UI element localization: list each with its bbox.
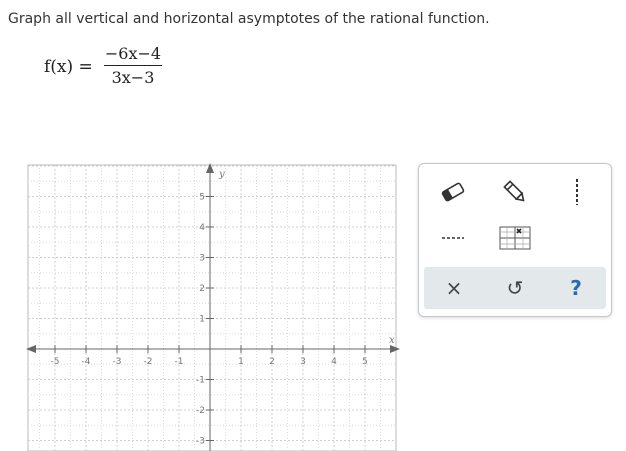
y-axis-label: y — [218, 169, 225, 180]
x-tick-label: -3 — [113, 357, 122, 367]
x-tick-label: 5 — [362, 357, 368, 367]
x-tick-label: -2 — [144, 357, 153, 367]
y-tick-label: 2 — [199, 284, 205, 294]
x-tick-label: -5 — [51, 357, 60, 367]
graph-grid — [27, 164, 397, 451]
eraser-icon — [441, 182, 465, 202]
action-bar: × ↺ ? — [424, 267, 606, 309]
y-tick-label: 1 — [199, 315, 205, 325]
x-tick-label: 1 — [238, 357, 244, 367]
more-options-icon — [576, 179, 578, 205]
graph-toolbar: × ↺ ? — [418, 163, 612, 317]
y-tick-label: -2 — [196, 406, 205, 416]
more-options-tool[interactable] — [555, 174, 599, 210]
undo-button[interactable]: ↺ — [485, 267, 545, 309]
y-tick-label: -3 — [196, 437, 205, 447]
x-tick-label: -1 — [175, 357, 184, 367]
pencil-icon — [503, 180, 525, 202]
help-button[interactable]: ? — [546, 267, 606, 309]
clear-button[interactable]: × — [424, 267, 484, 309]
x-tick-label: 2 — [269, 357, 275, 367]
x-tick-label: 3 — [300, 357, 306, 367]
graph-axes: x y — [26, 163, 400, 451]
x-tick-label: 4 — [331, 357, 337, 367]
x-axis-right-arrow — [390, 345, 400, 353]
pencil-tool[interactable] — [493, 174, 537, 210]
eraser-tool[interactable] — [431, 174, 475, 210]
x-axis-label: x — [389, 335, 395, 346]
grid-border — [27, 164, 397, 451]
y-tick-label: 3 — [199, 254, 205, 264]
x-tick-label: -4 — [82, 357, 91, 367]
dashed-line-icon — [442, 237, 464, 239]
y-tick-label: 5 — [199, 193, 205, 203]
graph-ticks: -5 -4 -3 -2 -1 1 2 3 4 5 5 4 3 2 1 -1 -2 -3 — [51, 193, 368, 447]
grid-move-icon — [499, 226, 531, 250]
dashed-line-tool[interactable] — [431, 224, 475, 252]
grid-move-tool[interactable] — [493, 224, 537, 252]
y-tick-label: 4 — [199, 223, 205, 233]
y-tick-label: -1 — [196, 376, 205, 386]
